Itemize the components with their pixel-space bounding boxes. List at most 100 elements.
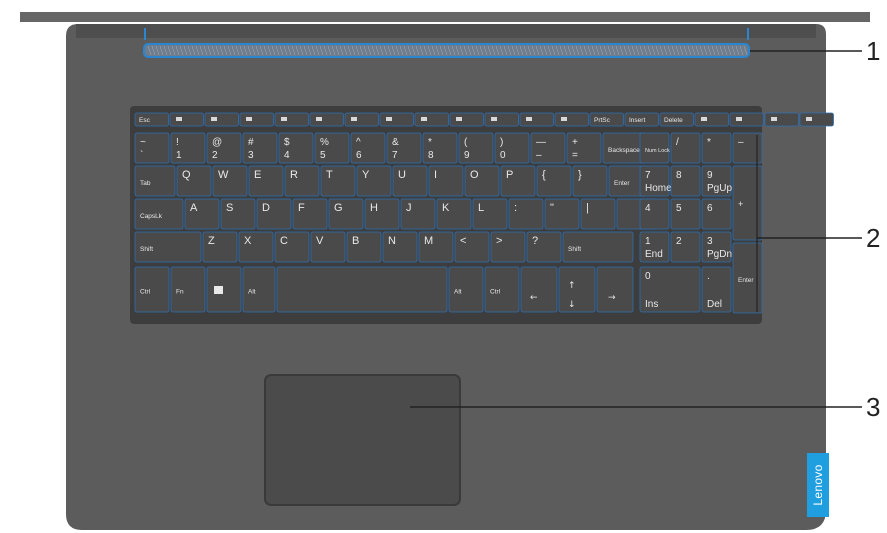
key-row5-8[interactable] — [558, 266, 596, 313]
key-row4-8[interactable]: < — [454, 231, 490, 263]
key-row5-5[interactable]: Alt — [448, 266, 484, 313]
key-row4-3[interactable]: C — [274, 231, 310, 263]
key-row5-0[interactable]: Ctrl — [134, 266, 170, 313]
key-row5-3[interactable]: Alt — [242, 266, 276, 313]
key-row3-3[interactable]: D — [256, 198, 292, 230]
fn-key-1[interactable] — [169, 112, 204, 127]
fn-key-8[interactable] — [414, 112, 449, 127]
key-row5-6[interactable]: Ctrl — [484, 266, 520, 313]
numpad-enter[interactable]: Enter — [732, 242, 763, 314]
key-row5-1[interactable]: Fn — [170, 266, 206, 313]
key-row1-13[interactable]: Backspace — [602, 132, 647, 164]
key-row2-2[interactable]: W — [212, 165, 248, 197]
numpad-row2-0[interactable]: 4 — [639, 198, 670, 230]
fn-key-7[interactable] — [379, 112, 414, 127]
key-row4-1[interactable]: Z — [202, 231, 238, 263]
key-row1-9[interactable]: (9 — [458, 132, 494, 164]
key-row2-12[interactable]: } — [572, 165, 608, 197]
key-row2-9[interactable]: O — [464, 165, 500, 197]
key-row5-4[interactable] — [276, 266, 448, 313]
key-row5-9[interactable] — [596, 266, 634, 313]
key-row4-7[interactable]: M — [418, 231, 454, 263]
fn-key-19[interactable] — [799, 112, 834, 127]
key-row3-12[interactable]: | — [580, 198, 616, 230]
key-row2-1[interactable]: Q — [176, 165, 212, 197]
key-row3-6[interactable]: H — [364, 198, 400, 230]
numpad-row3-0[interactable]: 1 End — [639, 231, 670, 263]
key-row3-2[interactable]: S — [220, 198, 256, 230]
key-row3-5[interactable]: G — [328, 198, 364, 230]
key-row2-3[interactable]: E — [248, 165, 284, 197]
numpad-row3-1[interactable]: 2 — [670, 231, 701, 263]
key-row2-10[interactable]: P — [500, 165, 536, 197]
key-row1-0[interactable]: ~` — [134, 132, 170, 164]
key-row4-9[interactable]: > — [490, 231, 526, 263]
fn-key-18[interactable] — [764, 112, 799, 127]
fn-key-9[interactable] — [449, 112, 484, 127]
key-row1-6[interactable]: ^6 — [350, 132, 386, 164]
key-row2-8[interactable]: I — [428, 165, 464, 197]
key-row2-11[interactable]: { — [536, 165, 572, 197]
numpad-row2-2[interactable]: 6 — [701, 198, 732, 230]
key-row4-10[interactable]: ? — [526, 231, 562, 263]
key-row1-8[interactable]: *8 — [422, 132, 458, 164]
numpad-row1-2[interactable]: 9 PgUp — [701, 165, 732, 197]
key-row3-4[interactable]: F — [292, 198, 328, 230]
key-row3-7[interactable]: J — [400, 198, 436, 230]
key-row5-7[interactable] — [520, 266, 558, 313]
numpad-row0-0[interactable]: Num Lock — [639, 132, 670, 164]
fn-key-15[interactable]: Delete — [659, 112, 694, 127]
key-row4-11[interactable]: Shift — [562, 231, 634, 263]
fn-key-11[interactable] — [519, 112, 554, 127]
key-row2-4[interactable]: R — [284, 165, 320, 197]
key-row2-0[interactable]: Tab — [134, 165, 176, 197]
key-row4-6[interactable]: N — [382, 231, 418, 263]
key-row1-2[interactable]: @2 — [206, 132, 242, 164]
numpad-zero[interactable]: 0 Ins — [639, 266, 701, 313]
key-row1-3[interactable]: #3 — [242, 132, 278, 164]
key-row3-9[interactable]: L — [472, 198, 508, 230]
key-row3-6-label: H — [370, 202, 378, 214]
key-row4-5[interactable]: B — [346, 231, 382, 263]
key-row4-4[interactable]: V — [310, 231, 346, 263]
key-row2-5[interactable]: T — [320, 165, 356, 197]
fn-key-4[interactable] — [274, 112, 309, 127]
key-row2-7[interactable]: U — [392, 165, 428, 197]
fn-key-3[interactable] — [239, 112, 274, 127]
key-row3-0[interactable]: CapsLk — [134, 198, 184, 230]
key-row1-4[interactable]: $4 — [278, 132, 314, 164]
key-row3-1[interactable]: A — [184, 198, 220, 230]
fn-key-2[interactable] — [204, 112, 239, 127]
key-row3-8[interactable]: K — [436, 198, 472, 230]
key-row1-7[interactable]: &7 — [386, 132, 422, 164]
key-row1-1[interactable]: !1 — [170, 132, 206, 164]
numpad-row1-1[interactable]: 8 — [670, 165, 701, 197]
numpad-row3-2[interactable]: 3 PgDn — [701, 231, 732, 263]
key-row4-0[interactable]: Shift — [134, 231, 202, 263]
fn-key-17[interactable] — [729, 112, 764, 127]
fn-key-13[interactable]: PrtSc — [589, 112, 624, 127]
key-row1-10[interactable]: )0 — [494, 132, 530, 164]
key-row2-6[interactable]: Y — [356, 165, 392, 197]
numpad-row0-1[interactable]: / — [670, 132, 701, 164]
numpad-row1-0[interactable]: 7 Home — [639, 165, 672, 197]
key-row1-12[interactable]: += — [566, 132, 602, 164]
key-row1-5[interactable]: %5 — [314, 132, 350, 164]
numpad-row0-3[interactable]: – — [732, 132, 763, 164]
fn-key-10[interactable] — [484, 112, 519, 127]
key-row4-2[interactable]: X — [238, 231, 274, 263]
key-row3-10[interactable]: : — [508, 198, 544, 230]
key-row5-2[interactable] — [206, 266, 242, 313]
key-row3-11[interactable]: " — [544, 198, 580, 230]
fn-key-12[interactable] — [554, 112, 589, 127]
numpad-row0-2[interactable]: * — [701, 132, 732, 164]
fn-key-14[interactable]: Insert — [624, 112, 659, 127]
key-row1-11[interactable]: —– — [530, 132, 566, 164]
numpad-plus[interactable]: + — [732, 165, 763, 241]
fn-key-5[interactable] — [309, 112, 344, 127]
fn-key-0[interactable]: Esc — [134, 112, 169, 127]
fn-key-6[interactable] — [344, 112, 379, 127]
numpad-dot[interactable]: . Del — [701, 266, 732, 313]
fn-key-16[interactable] — [694, 112, 729, 127]
numpad-row2-1[interactable]: 5 — [670, 198, 701, 230]
